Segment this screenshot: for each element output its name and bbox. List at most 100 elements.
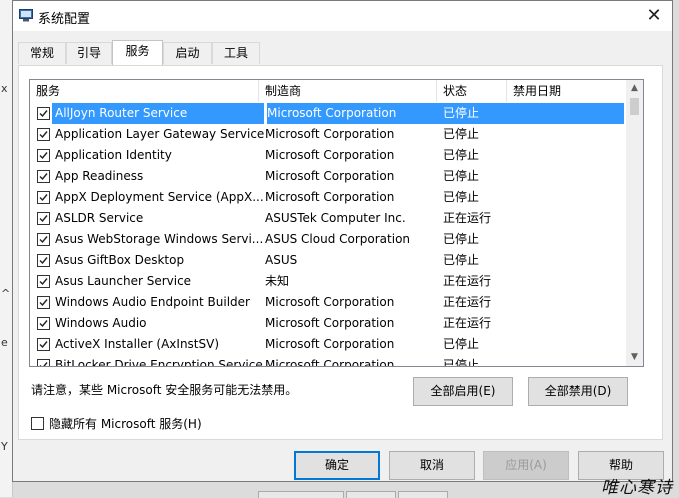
column-header-disabled-date[interactable]: 禁用日期 <box>507 80 624 102</box>
disabled-date-cell <box>513 271 624 292</box>
checkmark-icon <box>39 173 48 181</box>
table-row[interactable]: App Readiness Microsoft Corporation 已停止 <box>30 166 624 187</box>
table-row[interactable]: Application Layer Gateway Service Microso… <box>30 124 624 145</box>
table-row[interactable]: ASLDR Service ASUSTek Computer Inc. 正在运行 <box>30 208 624 229</box>
service-checkbox[interactable] <box>37 254 50 267</box>
hide-ms-services-label[interactable]: 隐藏所有 Microsoft 服务(H) <box>49 415 202 432</box>
service-name-cell: AllJoyn Router Service <box>52 103 264 124</box>
scroll-up-icon[interactable]: ▲ <box>626 80 643 97</box>
disabled-date-cell <box>513 208 624 229</box>
window-title: 系统配置 <box>38 12 91 27</box>
service-name-cell: ASLDR Service <box>55 211 144 225</box>
status-cell: 正在运行 <box>443 274 492 288</box>
service-checkbox[interactable] <box>37 191 50 204</box>
checkmark-icon <box>39 152 48 160</box>
checkmark-icon <box>39 194 48 202</box>
table-row[interactable]: Windows Audio Endpoint Builder Microsoft … <box>30 292 624 313</box>
title-bar[interactable]: 系统配置 ✕ <box>13 1 672 31</box>
service-checkbox[interactable] <box>37 359 50 366</box>
disabled-date-cell <box>513 187 624 208</box>
vertical-scrollbar[interactable]: ▲ ▼ <box>626 80 643 366</box>
enable-all-button[interactable]: 全部启用(E) <box>413 377 513 406</box>
service-name-cell: BitLocker Drive Encryption Service <box>55 358 263 367</box>
service-name-cell: ActiveX Installer (AxInstSV) <box>55 337 220 351</box>
vendor-cell: Microsoft Corporation <box>265 127 395 141</box>
table-row[interactable]: Asus GiftBox Desktop ASUS 已停止 <box>30 250 624 271</box>
service-name-cell: App Readiness <box>55 169 144 183</box>
status-cell: 已停止 <box>443 190 480 204</box>
security-note: 请注意，某些 Microsoft 安全服务可能无法禁用。 <box>31 383 298 397</box>
vendor-cell: Microsoft Corporation <box>265 295 395 309</box>
disabled-date-cell <box>513 292 624 313</box>
table-row[interactable]: Asus Launcher Service 未知 正在运行 <box>30 271 624 292</box>
table-row[interactable]: Application Identity Microsoft Corporatio… <box>30 145 624 166</box>
table-row[interactable]: ActiveX Installer (AxInstSV) Microsoft Co… <box>30 334 624 355</box>
tab-tools[interactable]: 工具 <box>212 42 260 64</box>
checkmark-icon <box>39 236 48 244</box>
table-row[interactable]: AppX Deployment Service (AppX... Microsof… <box>30 187 624 208</box>
tab-startup[interactable]: 启动 <box>163 42 212 64</box>
vendor-cell: Microsoft Corporation <box>265 337 395 351</box>
checkmark-icon <box>39 131 48 139</box>
service-checkbox[interactable] <box>37 233 50 246</box>
disabled-date-cell <box>513 124 624 145</box>
close-icon[interactable]: ✕ <box>642 3 666 29</box>
checkmark-icon <box>39 341 48 349</box>
services-list[interactable]: 服务 制造商 状态 禁用日期 AllJoyn Router Service Mic… <box>29 79 644 367</box>
disabled-date-cell <box>513 313 624 334</box>
service-checkbox[interactable] <box>37 296 50 309</box>
status-cell: 正在运行 <box>443 211 492 225</box>
watermark-signature: 唯心寒诗 <box>601 478 673 498</box>
background-glyph: Y <box>1 440 8 453</box>
system-config-window: 系统配置 ✕ 常规 引导 服务 启动 工具 服务 制造商 状态 禁用日期 All… <box>12 0 673 482</box>
checkmark-icon <box>39 278 48 286</box>
apply-button[interactable]: 应用(A) <box>483 451 569 480</box>
service-name-cell: Asus GiftBox Desktop <box>55 253 185 267</box>
services-panel: 服务 制造商 状态 禁用日期 AllJoyn Router Service Mic… <box>18 65 663 440</box>
disabled-date-cell <box>513 103 624 124</box>
service-checkbox[interactable] <box>37 128 50 141</box>
list-header: 服务 制造商 状态 禁用日期 <box>30 80 624 102</box>
service-checkbox[interactable] <box>37 149 50 162</box>
background-glyph: e <box>1 336 8 349</box>
service-name-cell: Windows Audio Endpoint Builder <box>55 295 250 309</box>
column-header-service[interactable]: 服务 <box>30 80 259 102</box>
column-header-status[interactable]: 状态 <box>437 80 507 102</box>
service-checkbox[interactable] <box>37 275 50 288</box>
status-cell: 已停止 <box>443 103 513 124</box>
cancel-button[interactable]: 取消 <box>389 451 475 480</box>
service-checkbox[interactable] <box>37 107 50 120</box>
disable-all-button[interactable]: 全部禁用(D) <box>528 377 628 406</box>
table-row[interactable]: Asus WebStorage Windows Servi... ASUS Clo… <box>30 229 624 250</box>
checkmark-icon <box>39 362 48 366</box>
scroll-down-icon[interactable]: ▼ <box>626 349 643 366</box>
tab-general[interactable]: 常规 <box>18 42 66 64</box>
scroll-thumb[interactable] <box>630 98 639 115</box>
status-cell: 正在运行 <box>443 295 492 309</box>
vendor-cell: Microsoft Corporation <box>265 169 395 183</box>
service-checkbox[interactable] <box>37 338 50 351</box>
service-checkbox[interactable] <box>37 317 50 330</box>
service-checkbox[interactable] <box>37 170 50 183</box>
checkmark-icon <box>39 110 48 118</box>
hide-ms-services-checkbox[interactable] <box>31 417 44 430</box>
disabled-date-cell <box>513 250 624 271</box>
background-glyph: x <box>1 82 8 95</box>
table-row[interactable]: BitLocker Drive Encryption Service Micros… <box>30 355 624 367</box>
service-name-cell: Asus Launcher Service <box>55 274 192 288</box>
table-row[interactable]: AllJoyn Router Service Microsoft Corporat… <box>30 103 624 124</box>
service-name-cell: Asus WebStorage Windows Servi... <box>55 232 264 246</box>
vendor-cell: ASUS <box>265 253 298 267</box>
column-header-vendor[interactable]: 制造商 <box>259 80 437 102</box>
ok-button[interactable]: 确定 <box>294 451 380 480</box>
vendor-cell: Microsoft Corporation <box>265 358 395 367</box>
status-cell: 正在运行 <box>443 316 492 330</box>
disabled-date-cell <box>513 355 624 366</box>
tab-boot[interactable]: 引导 <box>66 42 112 64</box>
status-cell: 已停止 <box>443 358 480 367</box>
checkmark-icon <box>39 320 48 328</box>
status-cell: 已停止 <box>443 337 480 351</box>
tab-services[interactable]: 服务 <box>112 40 163 65</box>
service-checkbox[interactable] <box>37 212 50 225</box>
table-row[interactable]: Windows Audio Microsoft Corporation 正在运行 <box>30 313 624 334</box>
